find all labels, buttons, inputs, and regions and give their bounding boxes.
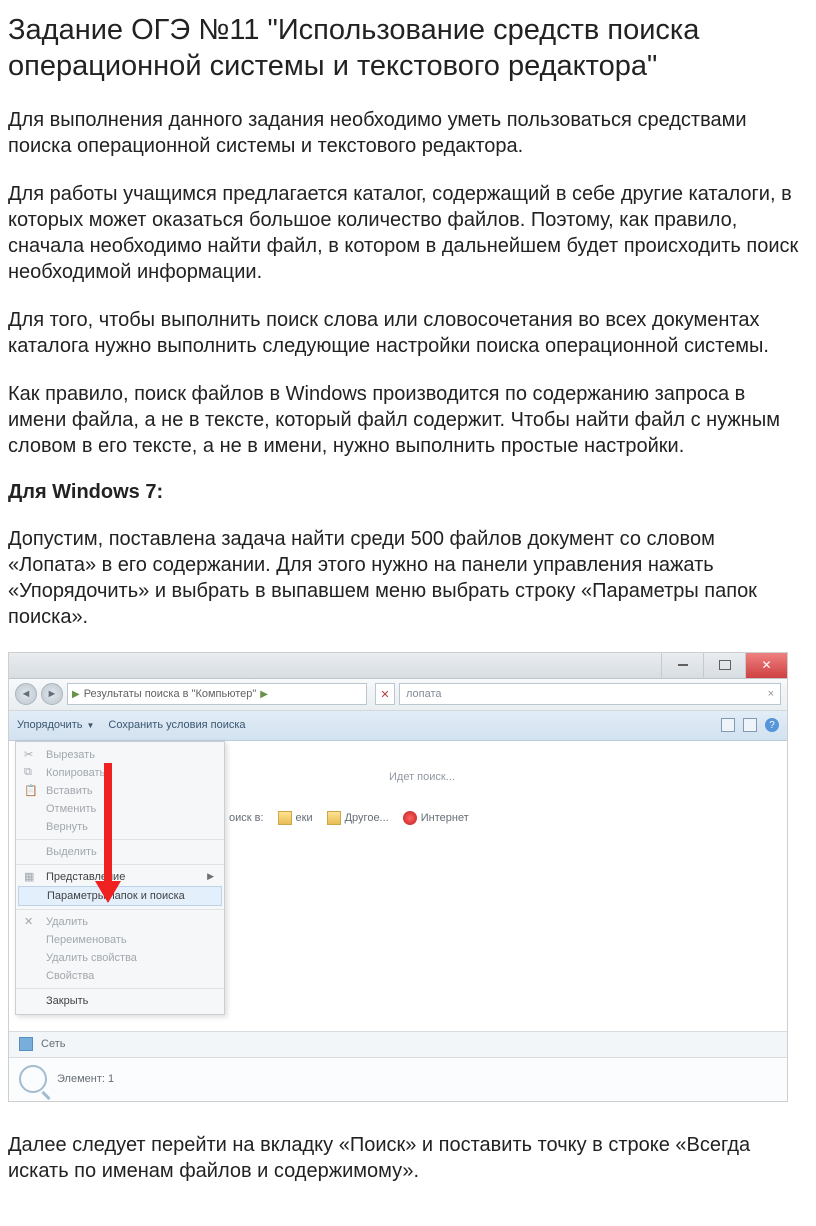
menu-item-redo[interactable]: Вернуть (16, 818, 224, 836)
paste-icon: 📋 (24, 784, 38, 797)
menu-item-rename[interactable]: Переименовать (16, 931, 224, 949)
paragraph: Для выполнения данного задания необходим… (8, 107, 808, 159)
paragraph: Как правило, поиск файлов в Windows прои… (8, 381, 808, 459)
maximize-button[interactable] (703, 653, 745, 678)
folder-icon (327, 811, 341, 825)
menu-item-select-all[interactable]: Выделить (16, 843, 224, 861)
search-value: лопата (406, 688, 442, 700)
status-item-count: Элемент: 1 (57, 1073, 114, 1085)
menu-item-properties[interactable]: Свойства (16, 967, 224, 985)
menu-item-copy[interactable]: ⧉Копировать (16, 764, 224, 782)
win7-explorer-screenshot: ◄ ► ▶ Результаты поиска в "Компьютер" ▶ … (8, 652, 788, 1102)
paragraph: Далее следует перейти на вкладку «Поиск»… (8, 1132, 808, 1184)
address-text: Результаты поиска в "Компьютер" (84, 688, 257, 700)
menu-item-view[interactable]: ▦Представление▶ (16, 868, 224, 886)
menu-item-paste[interactable]: 📋Вставить (16, 782, 224, 800)
copy-icon: ⧉ (24, 766, 32, 779)
help-button[interactable]: ? (765, 718, 779, 732)
menu-item-undo[interactable]: Отменить (16, 800, 224, 818)
close-button[interactable] (745, 653, 787, 678)
window-titlebar (9, 653, 787, 679)
save-search-label: Сохранить условия поиска (108, 719, 245, 731)
clear-search-icon[interactable]: × (768, 688, 774, 700)
paragraph: Допустим, поставлена задача найти среди … (8, 526, 808, 630)
organize-context-menu: ✂Вырезать ⧉Копировать 📋Вставить Отменить… (15, 741, 225, 1015)
back-button[interactable]: ◄ (15, 683, 37, 705)
explorer-nav-footer: Сеть (9, 1031, 787, 1057)
breadcrumb-arrow-icon: ▶ (260, 689, 268, 700)
organize-button[interactable]: Упорядочить ▼ (17, 719, 94, 731)
folder-icon (278, 811, 292, 825)
search-input[interactable]: лопата × (399, 683, 781, 705)
submenu-arrow-icon: ▶ (207, 871, 214, 882)
view-mode-button[interactable] (721, 718, 735, 732)
search-loc-libraries[interactable]: еки (278, 811, 313, 825)
delete-icon: ✕ (24, 915, 33, 928)
chevron-down-icon: ▼ (86, 721, 94, 730)
menu-item-delete[interactable]: ✕Удалить (16, 913, 224, 931)
address-bar[interactable]: ▶ Результаты поиска в "Компьютер" ▶ (67, 683, 367, 705)
search-loc-other[interactable]: Другое... (327, 811, 389, 825)
search-icon (19, 1065, 47, 1093)
clear-address-button[interactable]: ✕ (375, 683, 395, 705)
minimize-button[interactable] (661, 653, 703, 678)
page-title: Задание ОГЭ №11 "Использование средств п… (8, 12, 808, 85)
network-icon (19, 1037, 33, 1051)
network-label[interactable]: Сеть (41, 1038, 65, 1050)
menu-item-remove-props[interactable]: Удалить свойства (16, 949, 224, 967)
explorer-status-bar: Элемент: 1 (9, 1057, 787, 1101)
subheading-win7: Для Windows 7: (8, 481, 808, 504)
preview-pane-button[interactable] (743, 718, 757, 732)
view-icon: ▦ (24, 870, 34, 883)
menu-item-folder-options[interactable]: Параметры папок и поиска (18, 886, 222, 906)
cut-icon: ✂ (24, 748, 33, 761)
save-search-button[interactable]: Сохранить условия поиска (108, 719, 245, 731)
menu-item-close[interactable]: Закрыть (16, 992, 224, 1010)
paragraph: Для того, чтобы выполнить поиск слова ил… (8, 307, 808, 359)
search-in-label: оиск в: (229, 812, 264, 824)
explorer-body: ✂Вырезать ⧉Копировать 📋Вставить Отменить… (9, 741, 787, 1031)
paragraph: Для работы учащимся предлагается каталог… (8, 181, 808, 285)
search-again-in-row: оиск в: еки Другое... Интернет (229, 811, 469, 825)
toolbar: Упорядочить ▼ Сохранить условия поиска ? (9, 711, 787, 741)
breadcrumb-arrow-icon: ▶ (72, 689, 80, 700)
search-loc-internet[interactable]: Интернет (403, 811, 469, 825)
nav-bar: ◄ ► ▶ Результаты поиска в "Компьютер" ▶ … (9, 679, 787, 711)
searching-status: Идет поиск... (389, 771, 455, 783)
organize-label: Упорядочить (17, 719, 82, 731)
opera-icon (403, 811, 417, 825)
menu-item-cut[interactable]: ✂Вырезать (16, 746, 224, 764)
forward-button[interactable]: ► (41, 683, 63, 705)
